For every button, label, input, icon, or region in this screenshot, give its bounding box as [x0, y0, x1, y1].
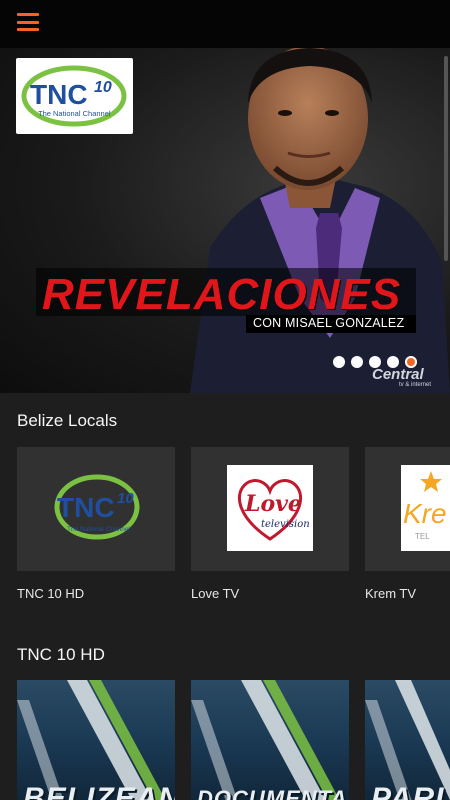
show-subtitle: CON MISAEL GONZALEZ — [253, 316, 405, 330]
svg-text:The National Channel: The National Channel — [38, 109, 111, 118]
svg-text:10: 10 — [117, 490, 134, 507]
carousel-dot[interactable] — [333, 356, 345, 368]
section-title-tnc10-hd: TNC 10 HD — [17, 645, 105, 664]
show-poster[interactable]: PARLI — [365, 680, 450, 800]
section-title-belize-locals: Belize Locals — [17, 411, 118, 430]
poster-title: DOCUMENTARIES — [197, 786, 349, 800]
hamburger-menu-icon[interactable] — [17, 13, 39, 31]
show-poster[interactable]: DOCUMENTARIES — [191, 680, 349, 800]
host-photo — [190, 48, 450, 393]
show-poster[interactable]: BELIZEAN — [17, 680, 175, 800]
krem-tv-logo: Kre TEL — [401, 465, 450, 551]
show-title: REVELACIONES — [42, 270, 402, 319]
svg-text:TNC: TNC — [57, 492, 115, 523]
poster-title: BELIZEAN — [23, 782, 175, 800]
svg-text:TEL: TEL — [415, 532, 430, 541]
scrollbar[interactable] — [444, 56, 448, 261]
svg-text:Kre: Kre — [403, 498, 447, 529]
tnc10-logo: TNC 10 The National Channel — [16, 58, 133, 134]
poster-stripes — [191, 680, 340, 800]
channel-label[interactable]: Krem TV — [365, 586, 416, 601]
channel-label[interactable]: Love TV — [191, 586, 239, 601]
top-app-bar — [0, 0, 450, 48]
tnc10-logo: TNC 10 The National Channel — [54, 474, 140, 540]
central-watermark-sub: tv & internet — [399, 382, 432, 388]
channel-label[interactable]: TNC 10 HD — [17, 586, 84, 601]
channel-card-krem-tv[interactable]: Kre TEL — [365, 447, 450, 571]
svg-text:Love: Love — [244, 491, 302, 517]
svg-text:10: 10 — [94, 79, 112, 96]
svg-text:television: television — [261, 519, 310, 530]
central-watermark: Central — [372, 366, 424, 383]
hero-carousel[interactable]: TNC 10 The National Channel REVELACIONES… — [0, 48, 450, 393]
svg-text:TNC: TNC — [30, 79, 88, 110]
channel-card-tnc10[interactable]: TNC 10 The National Channel — [17, 447, 175, 571]
carousel-dot[interactable] — [351, 356, 363, 368]
love-tv-logo: Love television — [227, 465, 313, 551]
poster-title: PARLI — [371, 782, 450, 800]
channel-card-love-tv[interactable]: Love television — [191, 447, 349, 571]
svg-text:The National Channel: The National Channel — [67, 526, 130, 533]
